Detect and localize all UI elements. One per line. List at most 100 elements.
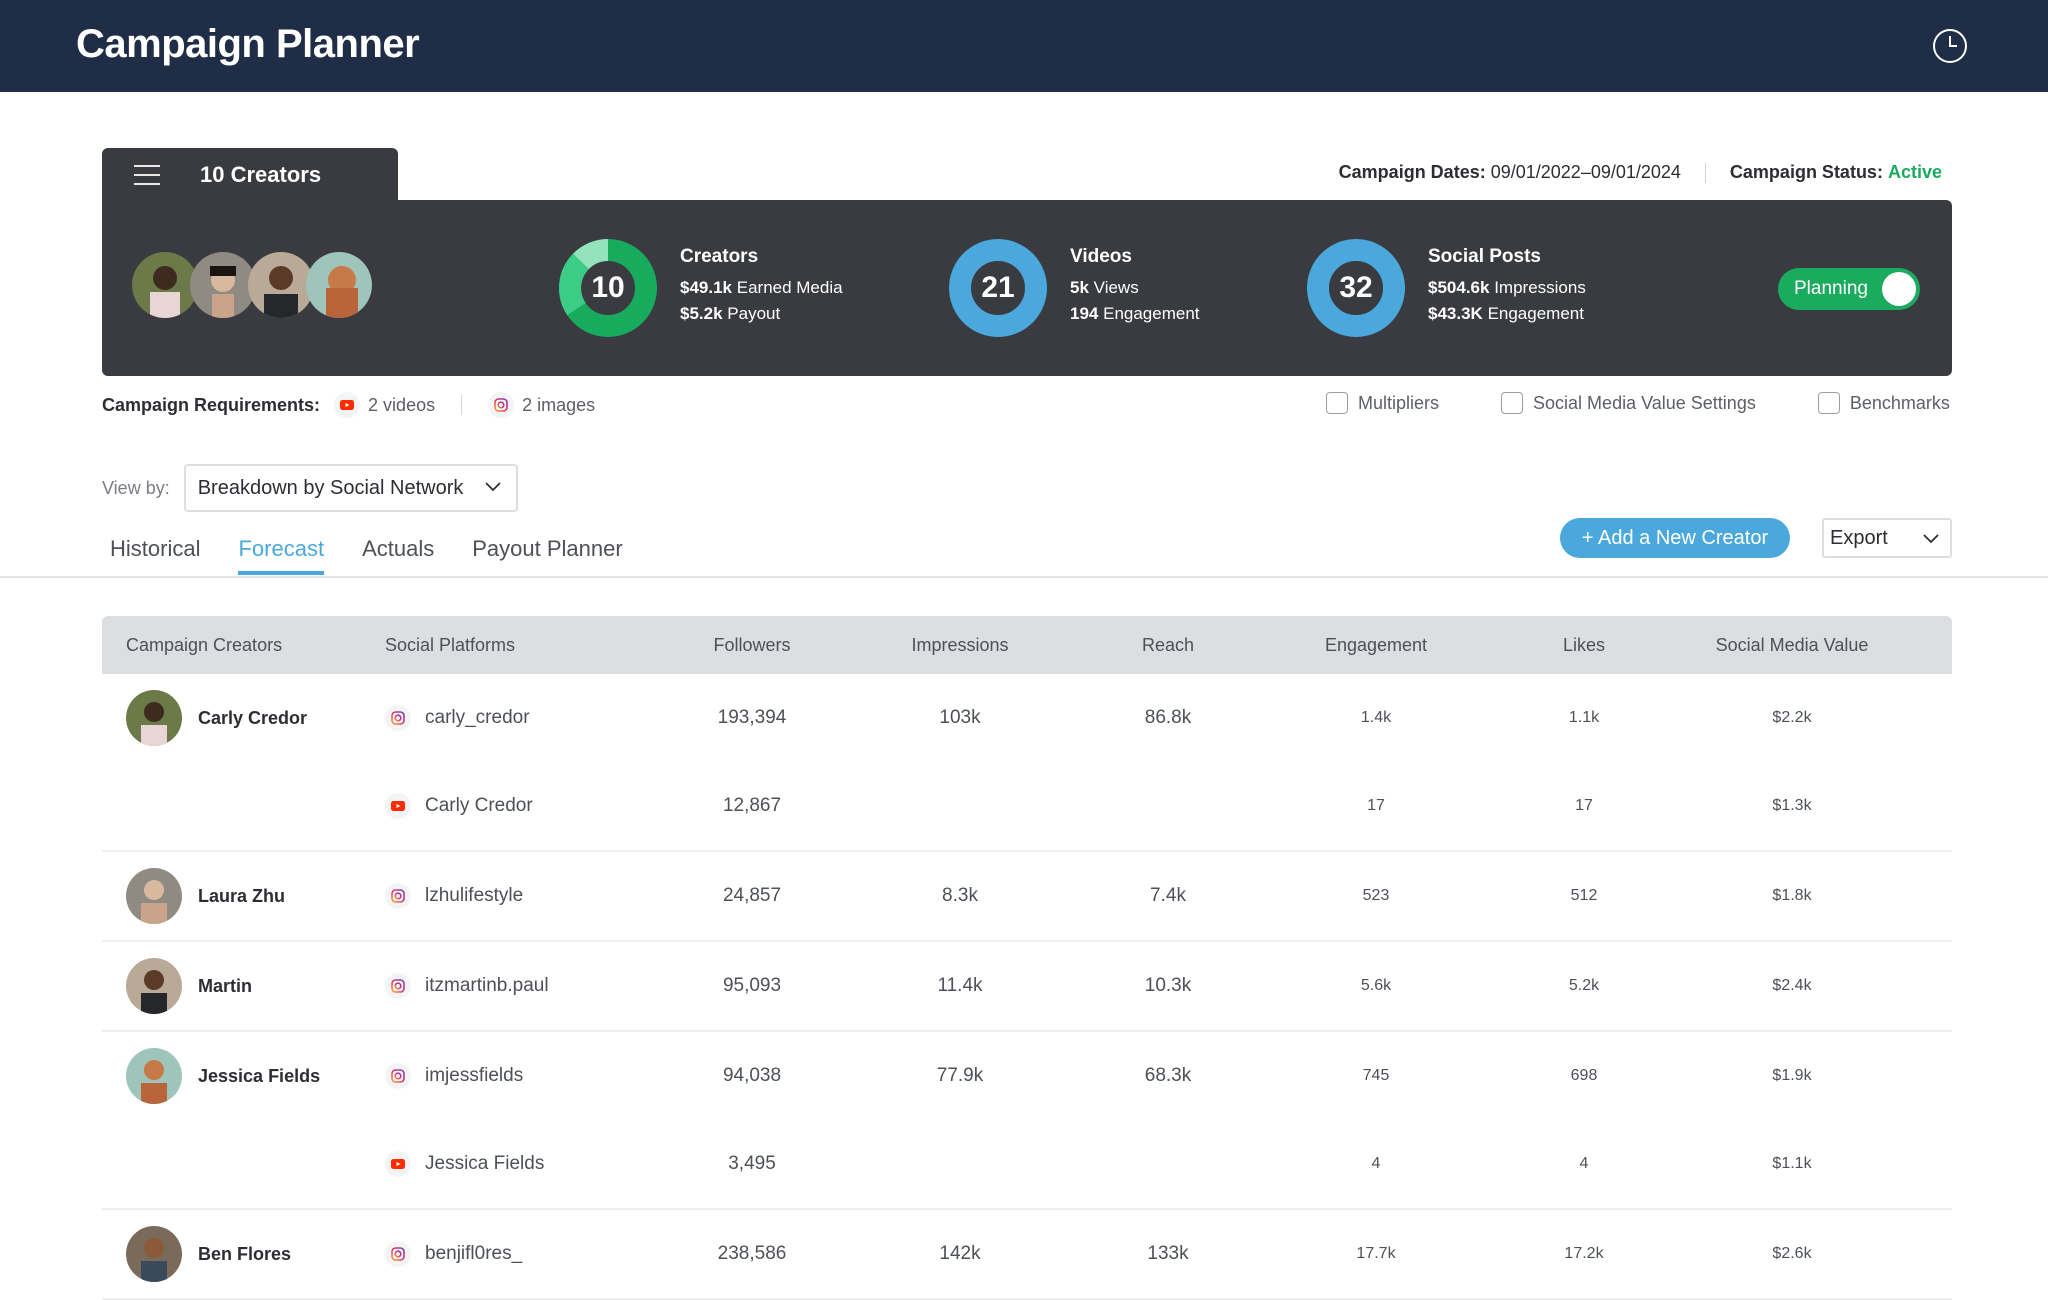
- smv-cell: $1.8k: [1772, 887, 1812, 904]
- avatar[interactable]: [126, 1226, 182, 1282]
- creators-donut: 10: [558, 238, 658, 338]
- creator-group: Martin itzmartinb.paul 95,093 11.4k 10.3k 5.6…: [102, 942, 1952, 1032]
- creator-name[interactable]: Ben Flores: [198, 1244, 291, 1265]
- smv-settings-option[interactable]: Social Media Value Settings: [1501, 392, 1756, 414]
- header-likes[interactable]: Likes: [1514, 635, 1654, 656]
- avatar[interactable]: [126, 868, 182, 924]
- followers-cell: 238,586: [717, 1243, 787, 1264]
- likes-cell: 4: [1579, 1155, 1589, 1172]
- creators-tab[interactable]: 10 Creators: [102, 148, 398, 202]
- views-value: 5k: [1070, 278, 1089, 297]
- platform-handle[interactable]: itzmartinb.paul: [425, 975, 549, 997]
- impressions-cell: 103k: [939, 707, 981, 728]
- view-by-select[interactable]: Breakdown by Social Network: [183, 464, 518, 512]
- creator-cell: Carly Credor: [102, 690, 385, 746]
- header-social-platforms[interactable]: Social Platforms: [385, 635, 682, 656]
- tab-actuals[interactable]: Actuals: [362, 536, 434, 572]
- benchmarks-option[interactable]: Benchmarks: [1817, 392, 1950, 414]
- requirements-label: Campaign Requirements:: [102, 394, 321, 415]
- platform-cell: carly_credor: [385, 705, 682, 731]
- table-row[interactable]: Carly Credor 12,867 17 17 $1.3k: [102, 762, 1952, 850]
- smv-cell: $2.6k: [1772, 1245, 1812, 1262]
- smv-cell: $2.2k: [1772, 709, 1812, 726]
- creator-name[interactable]: Laura Zhu: [198, 886, 285, 907]
- creator-name[interactable]: Carly Credor: [198, 708, 307, 729]
- impressions-label: Impressions: [1494, 278, 1586, 297]
- creator-group: Ben Flores benjifl0res_ 238,586 142k 133k 17.…: [102, 1210, 1952, 1300]
- platform-handle[interactable]: imjessfields: [425, 1065, 523, 1087]
- smv-settings-checkbox[interactable]: [1501, 392, 1524, 414]
- header-impressions[interactable]: Impressions: [822, 635, 1098, 656]
- platform-handle[interactable]: benjifl0res_: [425, 1243, 522, 1265]
- table-row[interactable]: Carly Credor carly_credor 193,394 103k 86.8k…: [102, 674, 1952, 762]
- smv-cell: $2.4k: [1772, 977, 1812, 994]
- followers-cell: 95,093: [722, 975, 782, 996]
- likes-cell: 512: [1570, 887, 1598, 904]
- reach-cell: 68.3k: [1144, 1065, 1192, 1086]
- table-header: Campaign Creators Social Platforms Follo…: [102, 616, 1952, 674]
- creator-name[interactable]: Jessica Fields: [198, 1066, 320, 1087]
- planning-toggle[interactable]: Planning: [1778, 268, 1920, 310]
- multipliers-option[interactable]: Multipliers: [1326, 392, 1439, 414]
- earned-media-value: $49.1k: [680, 278, 732, 297]
- multipliers-checkbox[interactable]: [1326, 392, 1348, 414]
- creator-name[interactable]: Martin: [198, 976, 252, 997]
- table-row[interactable]: Jessica Fields 3,495 4 4 $1.1k: [102, 1120, 1952, 1208]
- stat-social-posts: 32 Social Posts $504.6k Impressions $43.…: [1306, 238, 1586, 338]
- view-tabs: Historical Forecast Actuals Payout Plann…: [110, 536, 661, 575]
- platform-handle[interactable]: lzhulifestyle: [425, 885, 523, 907]
- creator-group: Jessica Fields imjessfields 94,038 77.9k 68.…: [102, 1032, 1952, 1210]
- header-followers[interactable]: Followers: [682, 635, 822, 656]
- table-row[interactable]: Laura Zhu lzhulifestyle 24,857 8.3k 7.4k 523 5…: [102, 852, 1952, 940]
- likes-cell: 17: [1575, 797, 1593, 814]
- avatar[interactable]: [126, 1048, 182, 1104]
- followers-cell: 94,038: [722, 1065, 782, 1086]
- benchmarks-checkbox[interactable]: [1817, 392, 1840, 414]
- stat-title: Videos: [1070, 246, 1132, 267]
- avatar: [190, 252, 256, 318]
- avatar: [132, 252, 198, 318]
- followers-cell: 24,857: [722, 885, 782, 906]
- table-row[interactable]: Jessica Fields imjessfields 94,038 77.9k 68.…: [102, 1032, 1952, 1120]
- instagram-icon: [385, 973, 411, 999]
- youtube-icon: [385, 793, 411, 819]
- creator-cell: Laura Zhu: [102, 868, 385, 924]
- header-social-media-value[interactable]: Social Media Value: [1654, 635, 1930, 656]
- creator-cell: Martin: [102, 958, 385, 1014]
- history-clock-icon[interactable]: [1932, 28, 1968, 64]
- tab-forecast[interactable]: Forecast: [238, 536, 324, 575]
- divider: [1704, 162, 1706, 183]
- platform-cell: Jessica Fields: [385, 1151, 682, 1177]
- platform-cell: itzmartinb.paul: [385, 973, 682, 999]
- header-engagement[interactable]: Engagement: [1238, 635, 1514, 656]
- impressions-cell: 142k: [939, 1243, 981, 1264]
- platform-handle[interactable]: carly_credor: [425, 707, 530, 729]
- creator-cell: Jessica Fields: [102, 1048, 385, 1104]
- platform-handle[interactable]: Carly Credor: [425, 795, 533, 817]
- likes-cell: 17.2k: [1564, 1245, 1604, 1262]
- followers-cell: 3,495: [728, 1153, 776, 1174]
- header-campaign-creators[interactable]: Campaign Creators: [102, 635, 385, 656]
- avatar: [248, 252, 314, 318]
- social-engagement-label: Engagement: [1487, 304, 1584, 323]
- header-reach[interactable]: Reach: [1098, 635, 1238, 656]
- engagement-cell: 17.7k: [1356, 1245, 1396, 1262]
- table-row[interactable]: Martin itzmartinb.paul 95,093 11.4k 10.3k 5.6…: [102, 942, 1952, 1030]
- platform-handle[interactable]: Jessica Fields: [425, 1153, 544, 1175]
- tab-historical[interactable]: Historical: [110, 536, 200, 572]
- app-header: Campaign Planner: [0, 0, 2048, 92]
- reach-cell: 7.4k: [1150, 885, 1186, 906]
- youtube-icon: [385, 1151, 411, 1177]
- avatar[interactable]: [126, 958, 182, 1014]
- avatar: [306, 252, 372, 318]
- social-posts-count: 32: [1339, 271, 1373, 304]
- menu-icon[interactable]: [134, 165, 160, 185]
- add-creator-button[interactable]: + Add a New Creator: [1560, 518, 1790, 558]
- table-row[interactable]: Ben Flores benjifl0res_ 238,586 142k 133k 17.…: [102, 1210, 1952, 1298]
- export-dropdown[interactable]: Export: [1822, 518, 1952, 558]
- creator-group: Laura Zhu lzhulifestyle 24,857 8.3k 7.4k 523 5…: [102, 852, 1952, 942]
- stat-creators: 10 Creators $49.1k Earned Media $5.2k Pa…: [558, 238, 843, 338]
- creator-avatars[interactable]: [132, 252, 372, 318]
- tab-payout-planner[interactable]: Payout Planner: [472, 536, 622, 572]
- avatar[interactable]: [126, 690, 182, 746]
